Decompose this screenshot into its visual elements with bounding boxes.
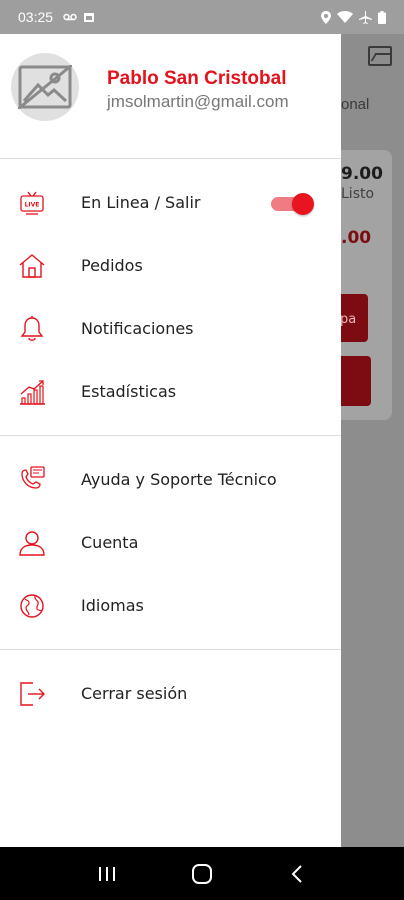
menu-label-logout: Cerrar sesión [81,684,188,703]
background-tab: onal [341,96,370,113]
toggle-knob [292,192,314,215]
live-tv-icon: LIVE [20,191,44,215]
menu-item-languages[interactable]: Idiomas [0,574,341,637]
recents-icon [99,866,116,881]
location-icon [321,10,331,24]
avatar[interactable] [11,53,79,121]
menu-label-statistics: Estadísticas [81,382,177,401]
globe-icon [20,593,44,618]
logout-icon [20,681,45,706]
background-amount: 9.00 [341,164,383,184]
system-nav-bar [0,847,404,900]
home-circle-icon [191,863,212,884]
menu-item-account[interactable]: Cuenta [0,511,341,574]
menu-label-languages: Idiomas [81,596,144,615]
user-icon [19,530,45,556]
menu-label-notifications: Notificaciones [81,319,194,338]
menu-item-support[interactable]: Ayuda y Soporte Técnico [0,448,341,511]
home-button[interactable] [187,859,217,889]
menu-item-notifications[interactable]: Notificaciones [0,297,341,360]
battery-icon [378,10,386,24]
svg-text:LIVE: LIVE [25,201,40,208]
voicemail-icon [63,13,77,21]
status-time: 03:25 [18,9,54,25]
menu-label-account: Cuenta [81,533,139,552]
airplane-icon [359,10,372,24]
back-button[interactable] [282,859,312,889]
background-status: Listo [341,186,375,202]
support-phone-icon [21,465,45,489]
bell-icon [20,315,44,341]
menu-group-support: Ayuda y Soporte Técnico Cuenta Idiomas [0,436,341,649]
profile-email: jmsolmartin@gmail.com [107,92,289,111]
recents-button[interactable] [92,859,122,889]
online-toggle[interactable] [271,192,314,215]
menu-item-orders[interactable]: Pedidos [0,234,341,297]
image-icon[interactable] [368,46,392,66]
menu-item-online[interactable]: LIVE En Linea / Salir [0,171,341,234]
back-icon [291,864,302,883]
background-amount-total: .00 [341,228,372,248]
menu-label-online: En Linea / Salir [81,193,201,212]
background-header [341,34,404,78]
menu-label-support: Ayuda y Soporte Técnico [81,470,277,489]
status-bar: 03:25 [0,0,404,34]
profile-name: Pablo San Cristobal [107,68,287,89]
menu-item-statistics[interactable]: Estadísticas [0,360,341,423]
wifi-icon [337,11,353,23]
profile-header: Pablo San Cristobal jmsolmartin@gmail.co… [0,34,341,158]
menu-group-main: LIVE En Linea / Salir Pedidos Notificaci… [0,159,341,435]
menu-group-session: Cerrar sesión [0,650,341,725]
calendar-icon [84,13,95,22]
image-placeholder-icon [18,65,72,109]
navigation-drawer: Pablo San Cristobal jmsolmartin@gmail.co… [0,34,341,847]
menu-label-orders: Pedidos [81,256,143,275]
home-icon [19,253,45,278]
stats-icon [20,379,45,405]
menu-item-logout[interactable]: Cerrar sesión [0,662,341,725]
